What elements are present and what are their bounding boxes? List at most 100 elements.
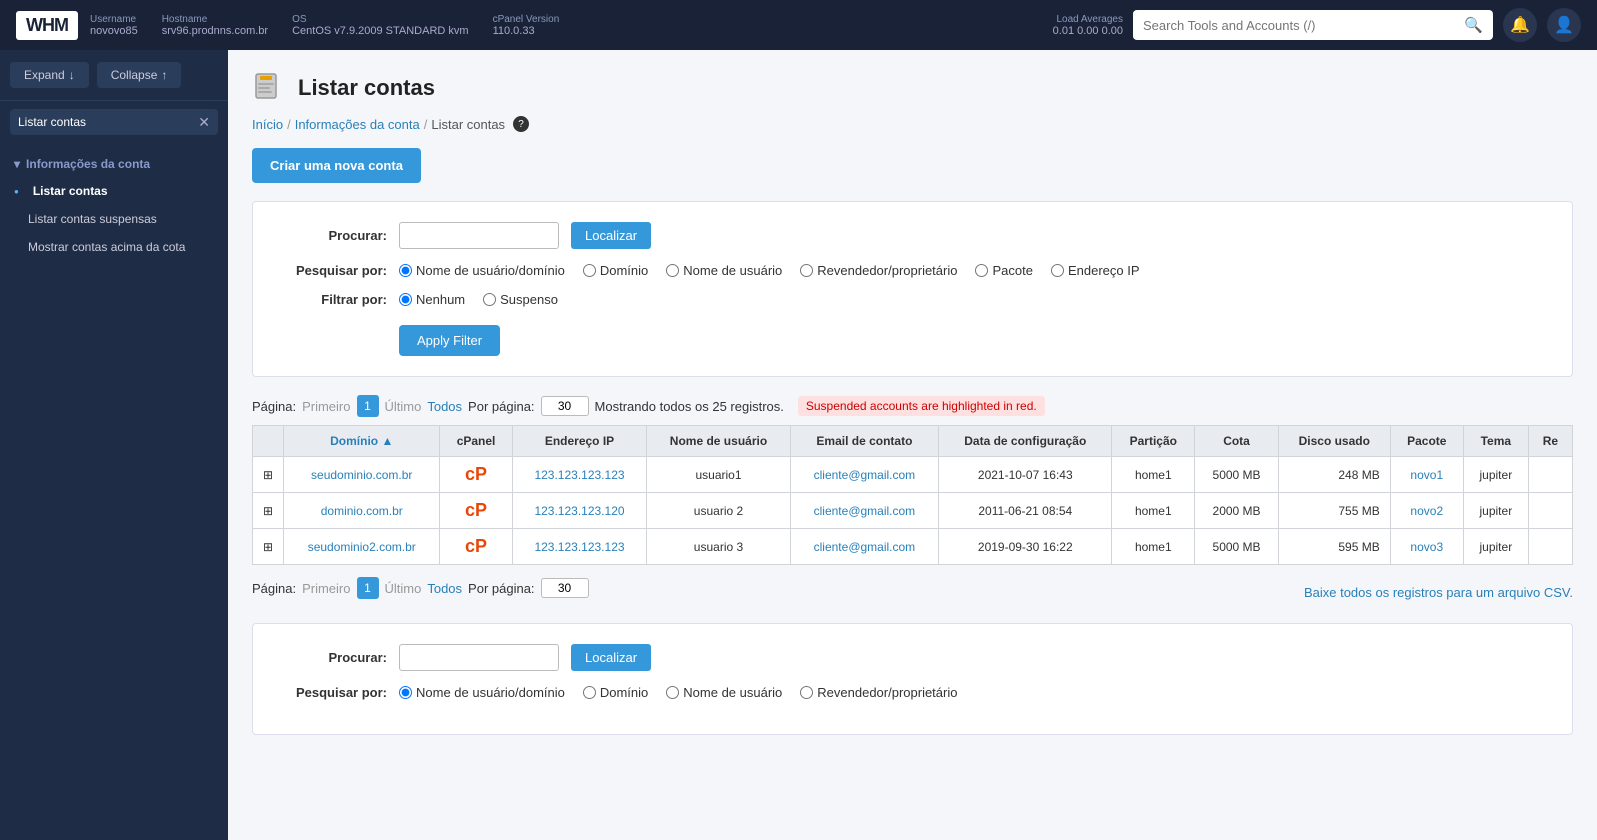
col-setup[interactable]: Data de configuração — [939, 426, 1112, 457]
current-page-top: 1 — [357, 395, 379, 417]
per-page-input-top[interactable] — [541, 396, 589, 416]
radio-none[interactable]: Nenhum — [399, 292, 465, 307]
col-email[interactable]: Email de contato — [790, 426, 938, 457]
load-avg: Load Averages 0.01 0.00 0.00 — [1053, 13, 1123, 37]
collapse-button[interactable]: Collapse ↑ — [97, 62, 182, 88]
col-quota[interactable]: Cota — [1195, 426, 1279, 457]
row-username: usuario1 — [647, 457, 790, 493]
row-domain: seudominio.com.br — [284, 457, 440, 493]
row-disk-used: 595 MB — [1278, 529, 1390, 565]
all-pages-link-bottom[interactable]: Todos — [427, 581, 462, 596]
row-partition: home1 — [1112, 493, 1195, 529]
accounts-table: Domínio ▲ cPanel Endereço IP Nome de usu… — [252, 425, 1573, 565]
table-row: ⊞ seudominio.com.br cP 123.123.123.123 u… — [253, 457, 1573, 493]
pagination-top: Página: Primeiro 1 Último Todos Por pági… — [252, 395, 1573, 417]
radio-username-domain[interactable]: Nome de usuário/domínio — [399, 263, 565, 278]
apply-filter-button[interactable]: Apply Filter — [399, 325, 500, 356]
csv-download-link[interactable]: Baixe todos os registros para um arquivo… — [1304, 585, 1573, 600]
topbar-meta: Username novovo85 Hostname srv96.prodnns… — [90, 14, 559, 37]
filter-filterby-label: Filtrar por: — [277, 292, 387, 307]
sidebar-controls: Expand ↓ Collapse ↑ — [0, 50, 228, 101]
row-expand[interactable]: ⊞ — [253, 493, 284, 529]
row-cpanel[interactable]: cP — [440, 529, 512, 565]
radio-domain[interactable]: Domínio — [583, 263, 648, 278]
row-package: novo3 — [1390, 529, 1463, 565]
radio-domain-bottom[interactable]: Domínio — [583, 685, 648, 700]
col-partition[interactable]: Partição — [1112, 426, 1195, 457]
sidebar-item-suspended-accounts[interactable]: Listar contas suspensas — [0, 205, 228, 233]
col-ip[interactable]: Endereço IP — [512, 426, 647, 457]
sidebar-section-account: ▾ Informações da conta Listar contas Lis… — [0, 143, 228, 269]
sidebar-item-list-accounts[interactable]: Listar contas — [0, 177, 228, 205]
radio-ip[interactable]: Endereço IP — [1051, 263, 1140, 278]
filter-search-label-bottom: Procurar: — [277, 650, 387, 665]
hostname-value: srv96.prodnns.com.br — [162, 25, 268, 37]
row-re — [1528, 529, 1572, 565]
row-cpanel[interactable]: cP — [440, 457, 512, 493]
radio-package[interactable]: Pacote — [975, 263, 1032, 278]
bottom-pagination: Página: Primeiro 1 Último Todos Por pági… — [252, 577, 1573, 607]
sidebar-search-input[interactable] — [10, 109, 190, 135]
table-row: ⊞ dominio.com.br cP 123.123.123.120 usua… — [253, 493, 1573, 529]
row-re — [1528, 493, 1572, 529]
row-partition: home1 — [1112, 529, 1195, 565]
row-theme: jupiter — [1463, 529, 1528, 565]
row-username: usuario 2 — [647, 493, 790, 529]
topbar: WHM Username novovo85 Hostname srv96.pro… — [0, 0, 1597, 50]
last-page-link-top[interactable]: Último — [385, 399, 422, 414]
col-theme[interactable]: Tema — [1463, 426, 1528, 457]
radio-username-bottom[interactable]: Nome de usuário — [666, 685, 782, 700]
sidebar-search-clear[interactable]: ✕ — [190, 110, 218, 135]
filter-searchby-label-bottom: Pesquisar por: — [277, 685, 387, 700]
breadcrumb-section[interactable]: Informações da conta — [295, 117, 420, 132]
row-disk-used: 755 MB — [1278, 493, 1390, 529]
row-cpanel[interactable]: cP — [440, 493, 512, 529]
radio-reseller-bottom[interactable]: Revendedor/proprietário — [800, 685, 957, 700]
breadcrumb: Início / Informações da conta / Listar c… — [252, 116, 1573, 132]
radio-suspended[interactable]: Suspenso — [483, 292, 558, 307]
topbar-search-box[interactable]: 🔍 — [1133, 10, 1493, 40]
sidebar-search[interactable]: ✕ — [10, 109, 218, 135]
row-expand[interactable]: ⊞ — [253, 457, 284, 493]
table-row: ⊞ seudominio2.com.br cP 123.123.123.123 … — [253, 529, 1573, 565]
expand-button[interactable]: Expand ↓ — [10, 62, 89, 88]
radio-username-domain-bottom[interactable]: Nome de usuário/domínio — [399, 685, 565, 700]
topbar-search-input[interactable] — [1133, 12, 1454, 39]
sidebar-item-over-quota[interactable]: Mostrar contas acima da cota — [0, 233, 228, 261]
localizar-button-bottom[interactable]: Localizar — [571, 644, 651, 671]
sidebar-section-header[interactable]: ▾ Informações da conta — [0, 151, 228, 177]
col-domain[interactable]: Domínio ▲ — [284, 426, 440, 457]
radio-reseller[interactable]: Revendedor/proprietário — [800, 263, 957, 278]
load-avg-values: 0.01 0.00 0.00 — [1053, 25, 1123, 37]
cpanel-icon: cP — [465, 536, 487, 556]
filter-searchby-label: Pesquisar por: — [277, 263, 387, 278]
page-title: Listar contas — [298, 75, 435, 101]
breadcrumb-current: Listar contas — [431, 117, 505, 132]
breadcrumb-home[interactable]: Início — [252, 117, 283, 132]
all-pages-link-top[interactable]: Todos — [427, 399, 462, 414]
sidebar-item-label: Listar contas suspensas — [28, 212, 157, 226]
first-page-link-top[interactable]: Primeiro — [302, 399, 350, 414]
page-label-top: Página: — [252, 399, 296, 414]
localizar-button[interactable]: Localizar — [571, 222, 651, 249]
user-button[interactable]: 👤 — [1547, 8, 1581, 42]
first-page-link-bottom[interactable]: Primeiro — [302, 581, 350, 596]
filter-searchby-row: Pesquisar por: Nome de usuário/domínio D… — [277, 263, 1548, 278]
row-email: cliente@gmail.com — [790, 529, 938, 565]
sidebar-item-label: Mostrar contas acima da cota — [28, 240, 185, 254]
col-package[interactable]: Pacote — [1390, 426, 1463, 457]
row-expand[interactable]: ⊞ — [253, 529, 284, 565]
notifications-button[interactable]: 🔔 — [1503, 8, 1537, 42]
topbar-search-button[interactable]: 🔍 — [1454, 10, 1493, 40]
col-username[interactable]: Nome de usuário — [647, 426, 790, 457]
filter-search-input[interactable] — [399, 222, 559, 249]
help-icon[interactable]: ? — [513, 116, 529, 132]
create-account-button[interactable]: Criar uma nova conta — [252, 148, 421, 183]
row-theme: jupiter — [1463, 457, 1528, 493]
last-page-link-bottom[interactable]: Último — [385, 581, 422, 596]
filter-search-input-bottom[interactable] — [399, 644, 559, 671]
radio-username[interactable]: Nome de usuário — [666, 263, 782, 278]
per-page-input-bottom[interactable] — [541, 578, 589, 598]
col-cpanel[interactable]: cPanel — [440, 426, 512, 457]
col-disk[interactable]: Disco usado — [1278, 426, 1390, 457]
